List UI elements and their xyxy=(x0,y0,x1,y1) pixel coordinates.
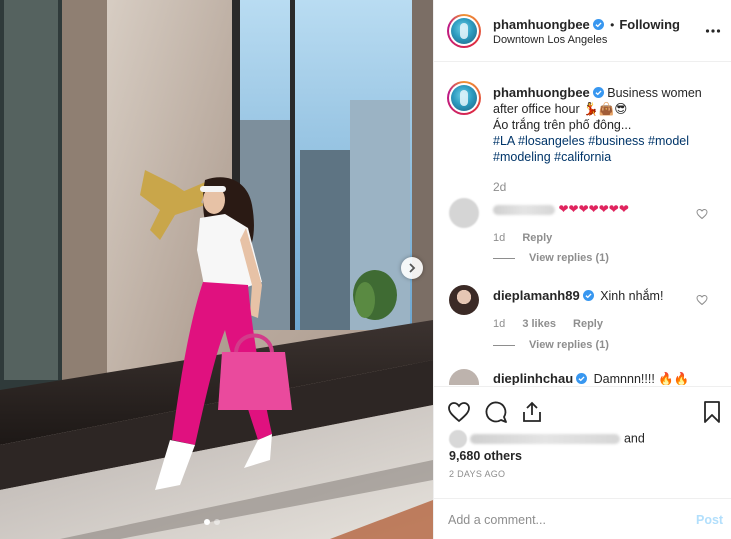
share-icon[interactable] xyxy=(520,400,544,424)
comment: dieplinhchau Damnnn!!!! 🔥🔥 xyxy=(493,371,693,385)
add-comment-bar: Post xyxy=(434,498,731,539)
hashtag-link[interactable]: #modeling xyxy=(493,150,551,164)
blurred-username[interactable] xyxy=(493,204,555,215)
comment-text: Damnnn!!!! 🔥🔥 xyxy=(593,372,690,385)
comment-time: 1d xyxy=(493,232,506,244)
like-heart-icon[interactable] xyxy=(447,400,471,424)
add-comment-input[interactable] xyxy=(448,509,678,531)
carousel-dot xyxy=(214,519,220,525)
avatar-image xyxy=(451,18,477,44)
caption-line-2: Áo trắng trên phố đông... xyxy=(493,118,632,132)
comment-username[interactable]: dieplamanh89 xyxy=(493,288,580,303)
avatar[interactable] xyxy=(447,14,481,48)
hashtag-link[interactable]: #losangeles xyxy=(518,134,585,148)
view-replies-label: View replies (1) xyxy=(529,252,609,264)
comment-time: 1d xyxy=(493,318,506,330)
post-time-ago: 2 DAYS AGO xyxy=(449,469,506,479)
replies-divider xyxy=(493,257,515,259)
username-link[interactable]: phamhuongbee xyxy=(493,17,590,32)
avatar-image xyxy=(451,85,477,111)
street-photo xyxy=(0,0,433,539)
likes-others-link[interactable]: 9,680 others xyxy=(449,449,522,463)
post-header: phamhuongbee • Following Downtown Los Ang… xyxy=(434,0,731,62)
comment-meta: 1d Reply xyxy=(493,232,566,244)
view-replies-label: View replies (1) xyxy=(529,339,609,351)
verified-badge-icon xyxy=(592,87,604,98)
view-replies-button[interactable]: View replies (1) xyxy=(493,252,609,264)
verified-badge-icon xyxy=(576,373,588,384)
more-options-icon[interactable] xyxy=(705,23,721,39)
post-actions: and 9,680 others 2 DAYS AGO Post xyxy=(434,386,731,539)
comment-bubble-icon[interactable] xyxy=(484,400,508,424)
reply-button[interactable]: Reply xyxy=(522,232,552,244)
post-photo[interactable] xyxy=(0,0,433,539)
hashtag-link[interactable]: #model xyxy=(648,134,689,148)
caption: phamhuongbee Business women after office… xyxy=(493,85,713,165)
post-comment-button[interactable]: Post xyxy=(696,513,723,527)
comment-text: Xinh nhắm! xyxy=(600,289,664,303)
caption-username[interactable]: phamhuongbee xyxy=(493,85,590,100)
carousel-dot xyxy=(204,519,210,525)
reply-button[interactable]: Reply xyxy=(573,318,603,330)
likes-and: and xyxy=(623,431,645,446)
comment-avatar[interactable] xyxy=(449,369,479,385)
hashtag-link[interactable]: #california xyxy=(554,150,611,164)
comment-avatar[interactable] xyxy=(449,198,479,228)
comment: dieplamanh89 Xinh nhắm! xyxy=(493,288,693,303)
chevron-right-icon xyxy=(409,263,416,273)
carousel-dots xyxy=(204,519,220,525)
next-photo-button[interactable] xyxy=(401,257,423,279)
bookmark-icon[interactable] xyxy=(700,400,724,424)
replies-divider xyxy=(493,344,515,346)
location-link[interactable]: Downtown Los Angeles xyxy=(493,34,607,46)
comments-list[interactable]: phamhuongbee Business women after office… xyxy=(434,63,731,385)
comment-avatar[interactable] xyxy=(449,285,479,315)
comment: ❤❤❤❤❤❤❤ xyxy=(493,202,693,216)
liker-avatar[interactable] xyxy=(449,430,467,448)
comment-text: ❤❤❤❤❤❤❤ xyxy=(558,202,629,216)
view-replies-button[interactable]: View replies (1) xyxy=(493,339,609,351)
verified-badge-icon xyxy=(592,19,604,30)
following-button[interactable]: Following xyxy=(619,17,680,32)
like-comment-heart-icon[interactable] xyxy=(696,294,708,306)
like-comment-heart-icon[interactable] xyxy=(696,208,708,220)
verified-badge-icon xyxy=(582,290,594,301)
caption-timestamp: 2d xyxy=(493,180,507,194)
caption-avatar[interactable] xyxy=(447,81,481,115)
hashtag-link[interactable]: #LA xyxy=(493,134,515,148)
header-user: phamhuongbee • Following xyxy=(493,17,680,32)
blurred-liker-names[interactable] xyxy=(470,434,621,444)
post-side-panel: phamhuongbee • Following Downtown Los Ang… xyxy=(433,0,731,539)
hashtag-link[interactable]: #business xyxy=(588,134,644,148)
likes-summary: and 9,680 others xyxy=(449,430,719,465)
comment-likes[interactable]: 3 likes xyxy=(522,318,556,330)
comment-meta: 1d 3 likes Reply xyxy=(493,318,617,330)
comment-username[interactable]: dieplinhchau xyxy=(493,371,573,385)
